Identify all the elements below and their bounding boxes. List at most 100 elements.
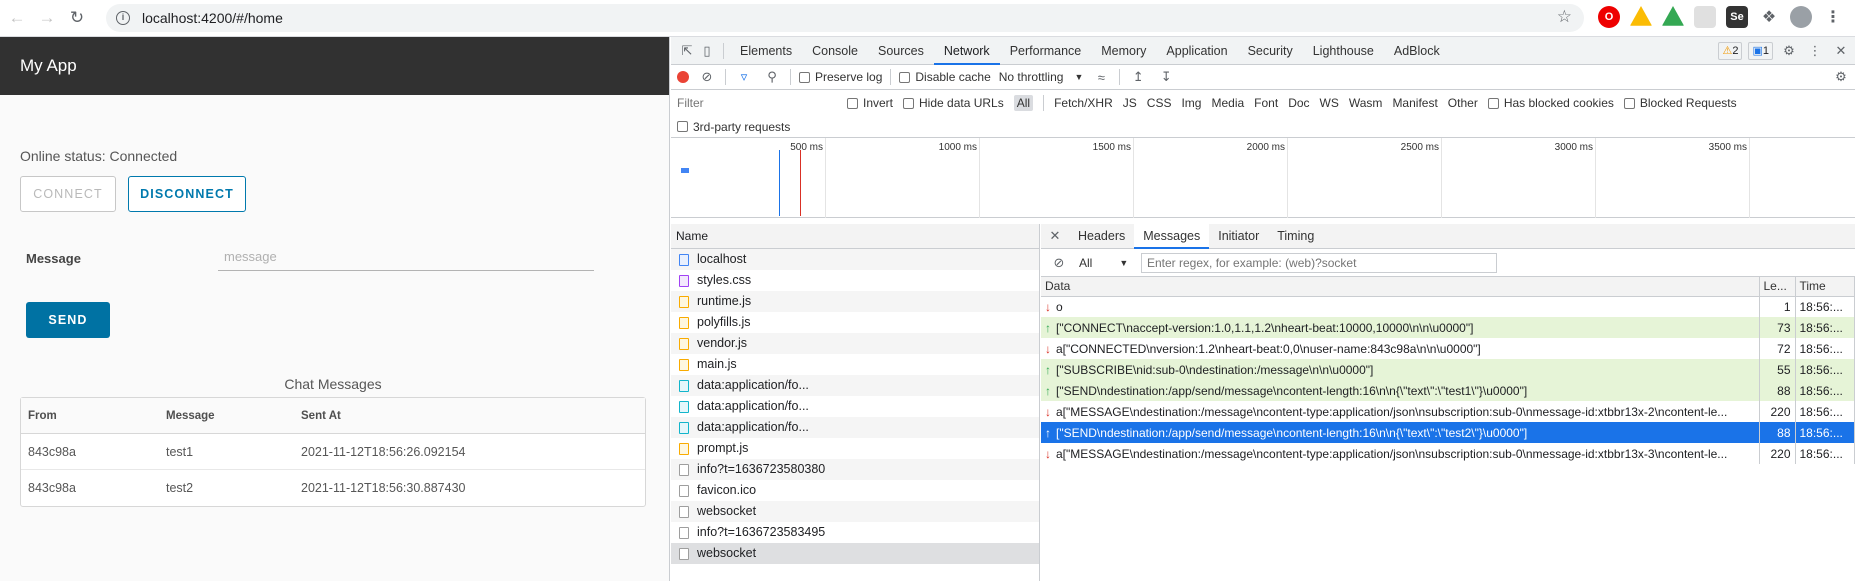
filter-type-media[interactable]: Media [1211,96,1244,110]
close-icon[interactable]: ✕ [1831,41,1851,61]
request-row[interactable]: vendor.js [671,333,1039,354]
request-row[interactable]: info?t=1636723580380 [671,459,1039,480]
name-column-header[interactable]: Name [671,224,1039,249]
message-row[interactable]: ↓ o 1 18:56:... [1041,296,1855,317]
site-info-icon[interactable]: i [116,11,130,25]
tab-messages[interactable]: Messages [1134,223,1210,249]
drive-icon[interactable] [1630,6,1652,26]
more-options-icon[interactable]: ⋮ [1805,41,1825,61]
network-settings-icon[interactable]: ⚙ [1831,67,1851,87]
bookmark-star-icon[interactable]: ☆ [1557,7,1572,27]
menu-icon[interactable]: ⋮ [1822,6,1844,28]
filter-type-js[interactable]: JS [1123,96,1137,110]
checkbox-box[interactable] [1623,97,1635,109]
column-header-data[interactable]: Data [1041,277,1760,297]
profile-icon[interactable] [1790,6,1812,28]
inspect-element-icon[interactable]: ⇱ [677,41,697,61]
request-row[interactable]: data:application/fo... [671,417,1039,438]
settings-gear-icon[interactable]: ⚙ [1779,41,1799,61]
tab-console[interactable]: Console [802,37,868,65]
tab-lighthouse[interactable]: Lighthouse [1303,37,1384,65]
address-bar[interactable]: i localhost:4200/#/home ☆ [106,4,1584,32]
disconnect-button[interactable]: DISCONNECT [128,176,246,212]
filter-type-all[interactable]: All [1013,95,1034,111]
checkbox-box[interactable] [677,121,688,132]
send-button[interactable]: SEND [26,302,110,338]
request-row[interactable]: runtime.js [671,291,1039,312]
filter-type-css[interactable]: CSS [1147,96,1172,110]
throttling-select[interactable]: No throttling ▼ [999,70,1084,84]
tab-initiator[interactable]: Initiator [1209,224,1268,249]
request-row[interactable]: main.js [671,354,1039,375]
request-row[interactable]: data:application/fo... [671,396,1039,417]
tab-application[interactable]: Application [1156,37,1237,65]
message-row[interactable]: ↓ a["CONNECTED\nversion:1.2\nheart-beat:0… [1041,338,1855,359]
tab-timing[interactable]: Timing [1268,224,1323,249]
checkbox-box[interactable] [799,71,810,83]
tab-sources[interactable]: Sources [868,37,934,65]
upload-icon[interactable]: ↥ [1128,67,1148,87]
tab-headers[interactable]: Headers [1069,224,1134,249]
filter-type-img[interactable]: Img [1181,96,1201,110]
regex-filter-input[interactable] [1141,252,1497,273]
filter-type-manifest[interactable]: Manifest [1392,96,1437,110]
connect-button[interactable]: CONNECT [20,176,116,212]
device-toolbar-icon[interactable]: ▯ [697,41,717,61]
messages-badge[interactable]: ▣1 [1748,42,1773,60]
message-row[interactable]: ↓ a["MESSAGE\ndestination:/message\nconte… [1041,443,1855,464]
reload-icon[interactable]: ↻ [64,5,90,31]
column-header-time[interactable]: Time [1795,277,1855,297]
tab-performance[interactable]: Performance [1000,37,1092,65]
filter-type-fetch-xhr[interactable]: Fetch/XHR [1054,96,1113,110]
record-icon[interactable] [677,71,689,83]
hide-data-urls-checkbox[interactable]: Hide data URLs [903,96,1004,110]
warnings-badge[interactable]: ⚠2 [1718,42,1743,60]
network-overview-timeline[interactable]: 500 ms 1000 ms 1500 ms 2000 ms 2500 ms 3… [671,138,1855,218]
request-row[interactable]: info?t=1636723583495 [671,522,1039,543]
back-icon[interactable]: ← [4,5,30,31]
request-row[interactable]: favicon.ico [671,480,1039,501]
request-row[interactable]: websocket [671,543,1039,564]
filter-icon[interactable]: ▿ [734,67,754,87]
disable-cache-checkbox[interactable]: Disable cache [899,70,991,84]
opera-icon[interactable]: O [1598,6,1620,28]
message-row[interactable]: ↑ ["SUBSCRIBE\nid:sub-0\ndestination:/mes… [1041,359,1855,380]
checkbox-box[interactable] [1487,97,1499,109]
tab-security[interactable]: Security [1238,37,1303,65]
message-input[interactable] [218,243,594,271]
request-row[interactable]: data:application/fo... [671,375,1039,396]
checkbox-box[interactable] [899,71,911,83]
message-row[interactable]: ↑ ["SEND\ndestination:/app/send/message\n… [1041,380,1855,401]
selenium-icon[interactable]: Se [1726,6,1748,28]
filter-type-ws[interactable]: WS [1320,96,1339,110]
column-header-length[interactable]: Le... [1759,277,1796,297]
screenshot-icon[interactable] [1694,6,1716,28]
request-row[interactable]: polyfills.js [671,312,1039,333]
tab-adblock[interactable]: AdBlock [1384,37,1450,65]
tab-memory[interactable]: Memory [1091,37,1156,65]
filter-type-other[interactable]: Other [1448,96,1478,110]
filter-type-wasm[interactable]: Wasm [1349,96,1383,110]
tab-elements[interactable]: Elements [730,37,802,65]
request-row[interactable]: prompt.js [671,438,1039,459]
message-row[interactable]: ↓ a["MESSAGE\ndestination:/message\nconte… [1041,401,1855,422]
checkbox-box[interactable] [847,97,858,109]
wifi-icon[interactable]: ≈ [1091,67,1111,87]
filter-input[interactable] [677,94,837,112]
filter-type-font[interactable]: Font [1254,96,1278,110]
filter-type-doc[interactable]: Doc [1288,96,1309,110]
forward-icon[interactable]: → [34,5,60,31]
clear-icon[interactable]: ⊘ [697,67,717,87]
third-party-checkbox[interactable]: 3rd-party requests [677,120,790,134]
request-row[interactable]: localhost [671,249,1039,270]
puzzle-icon[interactable]: ❖ [1758,6,1780,28]
drive-icon[interactable] [1662,6,1684,26]
tab-network[interactable]: Network [933,37,1000,65]
message-row[interactable]: ↑ ["SEND\ndestination:/app/send/message\n… [1041,422,1855,443]
request-row[interactable]: styles.css [671,270,1039,291]
has-blocked-cookies-checkbox[interactable]: Has blocked cookies [1487,96,1614,110]
clear-messages-icon[interactable]: ⊘ [1049,253,1069,273]
close-detail-icon[interactable]: ✕ [1045,226,1065,246]
request-row[interactable]: websocket [671,501,1039,522]
preserve-log-checkbox[interactable]: Preserve log [799,70,882,84]
